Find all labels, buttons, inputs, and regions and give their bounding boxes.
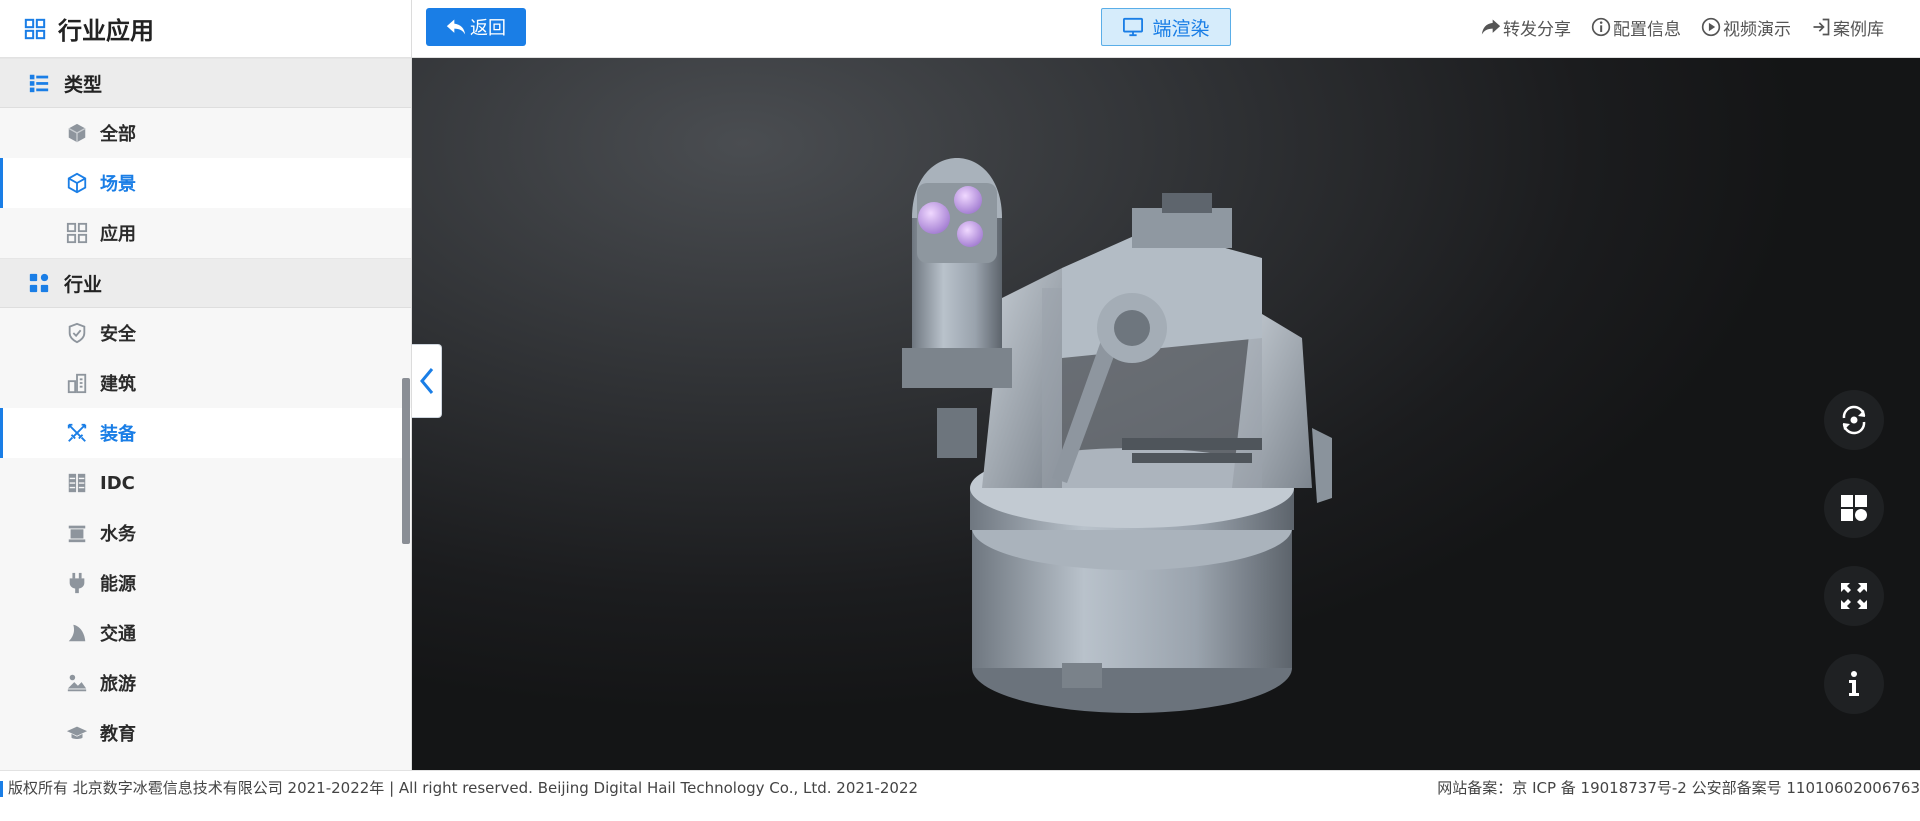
- 3d-model-weapon-station[interactable]: [892, 108, 1352, 738]
- sidebar-item-energy[interactable]: 能源: [0, 558, 411, 608]
- apps-grid-icon: [66, 222, 88, 244]
- sidebar-item-all[interactable]: 全部: [0, 108, 411, 158]
- section-industry: 行业: [0, 258, 411, 308]
- 3d-viewport[interactable]: [412, 58, 1920, 770]
- layout-icon: [1841, 495, 1867, 521]
- cases-label: 案例库: [1833, 19, 1884, 40]
- sidebar-header: 行业应用: [0, 0, 411, 58]
- sidebar-item-label: 能源: [100, 574, 136, 595]
- top-actions: 转发分享 配置信息 视频演示 案例库: [1461, 0, 1884, 54]
- sidebar-item-traffic[interactable]: 交通: [0, 608, 411, 658]
- sidebar-item-tourism[interactable]: 旅游: [0, 658, 411, 708]
- server-rack-icon: [66, 472, 88, 494]
- sidebar-item-label: 安全: [100, 324, 136, 345]
- sidebar-item-education[interactable]: 教育: [0, 708, 411, 758]
- share-arrow-icon: [1481, 19, 1501, 35]
- water-icon: [66, 522, 88, 544]
- sidebar-item-apps[interactable]: 应用: [0, 208, 411, 258]
- crossed-swords-icon: [66, 422, 88, 444]
- play-circle-icon: [1701, 17, 1721, 37]
- road-icon: [66, 622, 88, 644]
- sidebar-scrollbar[interactable]: [402, 378, 410, 544]
- building-icon: [66, 372, 88, 394]
- sidebar-item-label: 水务: [100, 524, 136, 545]
- share-label: 转发分享: [1503, 19, 1571, 40]
- back-button-label: 返回: [470, 18, 506, 38]
- config-label: 配置信息: [1613, 19, 1681, 40]
- plug-icon: [66, 572, 88, 594]
- client-render-label: 端渲染: [1152, 17, 1210, 40]
- rotate-icon: [1842, 405, 1866, 435]
- sidebar-item-label: 全部: [100, 124, 136, 145]
- sidebar: 行业应用 类型 全部 场景 应用 行业 安全 建筑 装备 IDC 水务 能源 交…: [0, 0, 412, 770]
- section-label: 类型: [64, 73, 103, 96]
- sidebar-item-security[interactable]: 安全: [0, 308, 411, 358]
- list-icon: [28, 72, 50, 94]
- sidebar-item-label: 应用: [100, 224, 136, 245]
- sidebar-item-building[interactable]: 建筑: [0, 358, 411, 408]
- layout-control[interactable]: [1824, 478, 1884, 538]
- section-type: 类型: [0, 58, 411, 108]
- shield-check-icon: [66, 322, 88, 344]
- sidebar-item-idc[interactable]: IDC: [0, 458, 411, 508]
- video-label: 视频演示: [1723, 19, 1791, 40]
- graduation-cap-icon: [66, 722, 88, 744]
- back-button[interactable]: 返回: [426, 8, 526, 46]
- sidebar-item-label: 交通: [100, 624, 136, 645]
- topbar: 返回 端渲染 转发分享 配置信息 视频演示 案例库: [412, 0, 1920, 58]
- monitor-icon: [1123, 17, 1144, 37]
- footer: 版权所有 北京数字冰雹信息技术有限公司 2021-2022年 | All rig…: [0, 770, 1920, 821]
- video-action[interactable]: 视频演示: [1701, 15, 1791, 40]
- sidebar-item-label: 装备: [100, 424, 136, 445]
- sidebar-item-equipment[interactable]: 装备: [0, 408, 411, 458]
- chevron-left-icon: [419, 368, 433, 394]
- copyright-text: 版权所有 北京数字冰雹信息技术有限公司 2021-2022年 | All rig…: [8, 779, 919, 797]
- sidebar-item-label: 场景: [100, 174, 136, 195]
- icp-text: 网站备案：京 ICP 备 19018737号-2 公安部备案号 11010602…: [1437, 779, 1920, 797]
- fullscreen-icon: [1841, 583, 1867, 609]
- back-arrow-icon: [446, 19, 466, 35]
- exit-icon: [1813, 18, 1830, 36]
- sidebar-item-water[interactable]: 水务: [0, 508, 411, 558]
- grid-icon: [24, 18, 46, 40]
- sidebar-item-label: 教育: [100, 724, 136, 745]
- share-action[interactable]: 转发分享: [1481, 15, 1571, 40]
- config-action[interactable]: 配置信息: [1591, 15, 1681, 40]
- sidebar-item-label: IDC: [100, 472, 135, 494]
- section-label: 行业: [64, 273, 103, 296]
- fullscreen-control[interactable]: [1824, 566, 1884, 626]
- sidebar-item-label: 建筑: [100, 374, 136, 395]
- travel-icon: [66, 672, 88, 694]
- industry-grid-icon: [28, 272, 50, 294]
- info-control[interactable]: [1824, 654, 1884, 714]
- sidebar-title: 行业应用: [58, 17, 154, 45]
- sidebar-collapse-button[interactable]: [412, 344, 442, 418]
- sidebar-item-scene[interactable]: 场景: [0, 158, 411, 208]
- info-circle-icon: [1591, 17, 1611, 37]
- footer-accent-bar: [0, 781, 3, 797]
- cube-icon: [66, 172, 88, 194]
- sidebar-item-label: 旅游: [100, 674, 136, 695]
- cases-action[interactable]: 案例库: [1811, 15, 1884, 40]
- rotate-control[interactable]: [1824, 390, 1884, 450]
- client-render-button[interactable]: 端渲染: [1101, 8, 1231, 46]
- info-icon: [1849, 671, 1859, 696]
- layers-icon: [66, 122, 88, 144]
